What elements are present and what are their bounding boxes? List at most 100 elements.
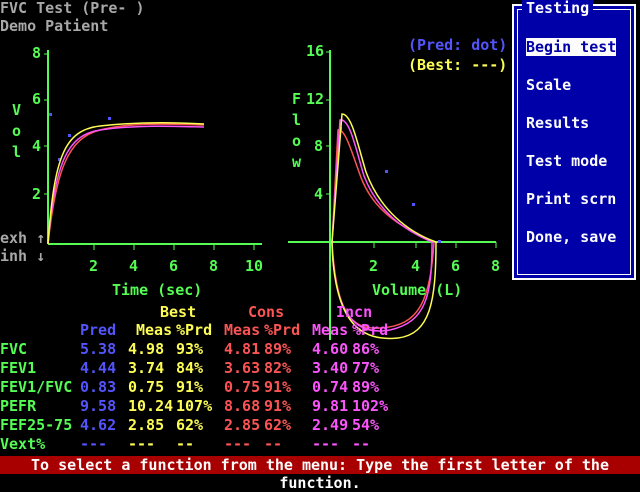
testing-menu: Testing Begin test Scale Results Test mo… bbox=[512, 0, 636, 280]
vt-xtick-label-6: 6 bbox=[169, 257, 179, 275]
vt-ytick-label-2: 2 bbox=[32, 185, 42, 203]
cell-cons-prd: 91% bbox=[264, 397, 292, 415]
col-pred: Pred bbox=[80, 321, 117, 339]
row-name: FVC bbox=[0, 340, 28, 358]
fv-xtick-label-6: 6 bbox=[451, 257, 461, 275]
cell-cons-meas: 0.75 bbox=[224, 378, 261, 396]
legend-pred: (Pred: dot) bbox=[408, 36, 508, 54]
row-name: FEF25-75 bbox=[0, 416, 73, 434]
fv-ylabel-char: o bbox=[292, 132, 302, 150]
cell-best-prd: 93% bbox=[176, 340, 204, 358]
col-incn-meas: Meas bbox=[312, 321, 349, 339]
vt-ylabel-char: l bbox=[12, 143, 22, 161]
cell-pred: --- bbox=[80, 435, 108, 453]
vt-ylabel-char: V bbox=[12, 101, 22, 119]
cell-incn-meas: 2.49 bbox=[312, 416, 349, 434]
vt-pred-dot bbox=[108, 117, 111, 120]
fv-ytick-label-4: 4 bbox=[314, 185, 324, 203]
fv-ylabel-char: l bbox=[292, 111, 302, 129]
fv-ytick-label-8: 8 bbox=[314, 137, 324, 155]
fv-ylabel-char: F bbox=[292, 90, 302, 108]
group-cons: Cons bbox=[248, 303, 285, 321]
group-best: Best bbox=[160, 303, 197, 321]
fv-xlabel: Volume (L) bbox=[372, 281, 463, 299]
cell-incn-meas: --- bbox=[312, 435, 340, 453]
vt-pred-dot bbox=[68, 134, 71, 137]
vt-xtick-label-8: 8 bbox=[209, 257, 219, 275]
cell-best-meas: --- bbox=[128, 435, 156, 453]
row-name: FEV1/FVC bbox=[0, 378, 73, 396]
cell-best-meas: 10.24 bbox=[128, 397, 174, 415]
cell-best-prd: -- bbox=[176, 435, 195, 453]
cell-incn-prd: 54% bbox=[352, 416, 380, 434]
cell-cons-meas: --- bbox=[224, 435, 252, 453]
menu-title: Testing bbox=[522, 0, 594, 16]
cell-cons-meas: 3.63 bbox=[224, 359, 261, 377]
vt-ytick-label-8: 8 bbox=[32, 44, 42, 62]
menu-item-scale[interactable]: Scale bbox=[526, 77, 571, 93]
cell-incn-prd: 102% bbox=[352, 397, 389, 415]
cell-incn-meas: 3.40 bbox=[312, 359, 349, 377]
row-name: Vext% bbox=[0, 435, 46, 453]
cell-pred: 5.38 bbox=[80, 340, 117, 358]
cell-best-meas: 4.98 bbox=[128, 340, 165, 358]
vt-ytick-label-6: 6 bbox=[32, 90, 42, 108]
col-best-meas: Meas bbox=[136, 321, 173, 339]
vt-curve-cons bbox=[47, 123, 205, 245]
fv-xtick-label-8: 8 bbox=[491, 257, 501, 275]
vt-xtick-label-10: 10 bbox=[245, 257, 264, 275]
col-incn-prd: %Prd bbox=[352, 321, 389, 339]
cell-best-meas: 3.74 bbox=[128, 359, 165, 377]
col-cons-prd: %Prd bbox=[264, 321, 301, 339]
menu-item-test-mode[interactable]: Test mode bbox=[526, 153, 607, 169]
cell-cons-prd: 89% bbox=[264, 340, 292, 358]
cell-pred: 0.83 bbox=[80, 378, 117, 396]
row-name: PEFR bbox=[0, 397, 37, 415]
cell-incn-prd: -- bbox=[352, 435, 371, 453]
vt-ylabel-char: o bbox=[12, 122, 22, 140]
cell-cons-prd: -- bbox=[264, 435, 283, 453]
col-cons-meas: Meas bbox=[224, 321, 261, 339]
vt-pred-dot bbox=[49, 113, 52, 116]
cell-pred: 4.44 bbox=[80, 359, 117, 377]
fv-xtick-label-4: 4 bbox=[411, 257, 421, 275]
cell-incn-prd: 77% bbox=[352, 359, 380, 377]
group-incn: Incn bbox=[336, 303, 373, 321]
vt-xlabel: Time (sec) bbox=[112, 281, 203, 299]
cell-pred: 9.58 bbox=[80, 397, 117, 415]
cell-incn-meas: 9.81 bbox=[312, 397, 349, 415]
cell-best-prd: 91% bbox=[176, 378, 204, 396]
cell-best-prd: 107% bbox=[176, 397, 213, 415]
cell-incn-prd: 86% bbox=[352, 340, 380, 358]
cell-best-meas: 2.85 bbox=[128, 416, 165, 434]
vt-xtick-label-4: 4 bbox=[129, 257, 139, 275]
cell-cons-prd: 62% bbox=[264, 416, 292, 434]
menu-item-results[interactable]: Results bbox=[526, 115, 589, 131]
cell-incn-prd: 89% bbox=[352, 378, 380, 396]
cell-best-prd: 62% bbox=[176, 416, 204, 434]
menu-item-label: Begin test bbox=[526, 38, 617, 56]
cell-cons-prd: 91% bbox=[264, 378, 292, 396]
vt-curve-incn bbox=[47, 125, 205, 245]
cell-cons-meas: 4.81 bbox=[224, 340, 261, 358]
status-bar: To select a function from the menu: Type… bbox=[0, 456, 640, 492]
col-best-prd: %Prd bbox=[176, 321, 213, 339]
cell-incn-meas: 4.60 bbox=[312, 340, 349, 358]
exh-label: exh ↑ bbox=[0, 229, 46, 247]
fv-pred-dot bbox=[438, 240, 441, 243]
fv-ytick-label-16: 16 bbox=[306, 42, 325, 60]
menu-item-begin-test[interactable]: Begin test bbox=[526, 38, 617, 56]
fv-pred-dot bbox=[385, 170, 388, 173]
vt-curve-best bbox=[47, 121, 205, 245]
menu-item-print-scrn[interactable]: Print scrn bbox=[526, 191, 616, 207]
fv-xtick-label-2: 2 bbox=[369, 257, 379, 275]
fv-ytick-label-12: 12 bbox=[306, 90, 325, 108]
row-name: FEV1 bbox=[0, 359, 37, 377]
vt-xtick-label-2: 2 bbox=[89, 257, 99, 275]
cell-best-meas: 0.75 bbox=[128, 378, 165, 396]
cell-pred: 4.62 bbox=[80, 416, 117, 434]
cell-cons-prd: 82% bbox=[264, 359, 292, 377]
menu-item-done-save[interactable]: Done, save bbox=[526, 229, 616, 245]
legend-best: (Best: ---) bbox=[408, 56, 508, 74]
fv-ylabel-char: w bbox=[292, 153, 302, 171]
